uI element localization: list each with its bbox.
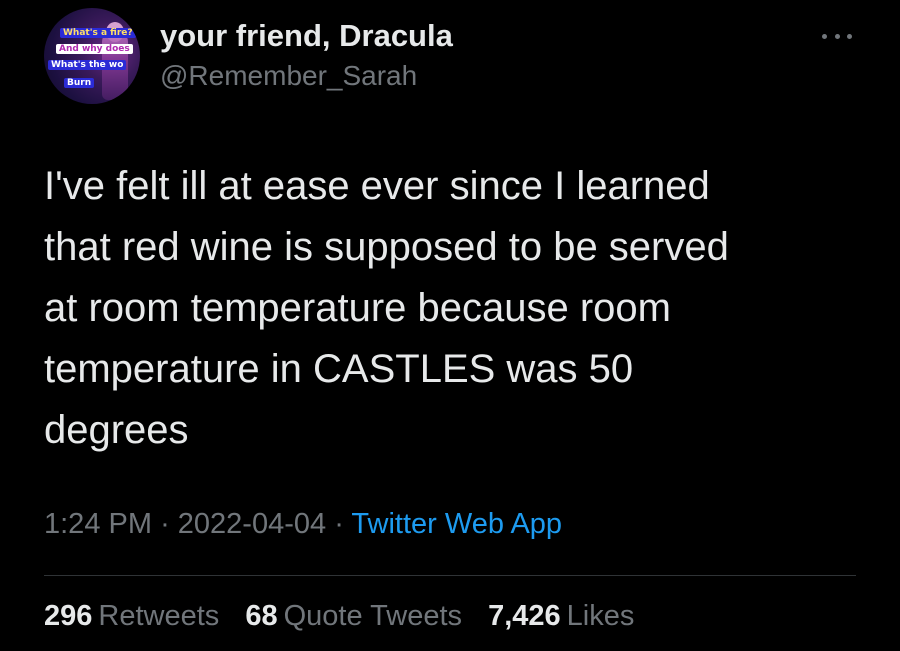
likes-label: Likes [566, 600, 635, 632]
avatar-caption: And why does [56, 44, 133, 54]
tweet-source-link[interactable]: Twitter Web App [351, 508, 562, 540]
avatar-caption: Burn [64, 78, 95, 88]
tweet-time[interactable]: 1:24 PM [44, 508, 152, 540]
quote-tweets-count: 68 [245, 600, 278, 632]
dot [822, 33, 827, 39]
tweet-text: I've felt ill at ease ever since I learn… [44, 164, 729, 452]
retweets-label: Retweets [98, 600, 220, 632]
divider [44, 575, 856, 576]
likes-count: 7,426 [488, 600, 561, 632]
tweet-date[interactable]: 2022-04-04 [178, 508, 326, 540]
dot [834, 33, 840, 39]
display-name[interactable]: your friend, Dracula [160, 18, 453, 54]
ellipsis-horizontal-icon[interactable] [822, 26, 852, 46]
meta-separator: · [160, 508, 170, 540]
meta-separator: · [334, 508, 344, 540]
tweet-detail: What's a fire? And why does What's the w… [0, 0, 900, 651]
retweets-stat[interactable]: 296 Retweets [44, 600, 219, 632]
quote-tweets-stat[interactable]: 68 Quote Tweets [245, 600, 462, 632]
avatar[interactable]: What's a fire? And why does What's the w… [44, 8, 140, 104]
tweet-meta: 1:24 PM · 2022-04-04 · Twitter Web App [44, 508, 562, 541]
tweet-stats: 296 Retweets 68 Quote Tweets 7,426 Likes [44, 600, 652, 633]
retweets-count: 296 [44, 600, 93, 632]
likes-stat[interactable]: 7,426 Likes [488, 600, 634, 632]
user-handle[interactable]: @Remember_Sarah [160, 60, 417, 92]
dot [847, 33, 852, 39]
quote-tweets-label: Quote Tweets [283, 600, 463, 632]
avatar-caption: What's a fire? [60, 28, 136, 38]
avatar-caption: What's the wo [48, 60, 127, 70]
